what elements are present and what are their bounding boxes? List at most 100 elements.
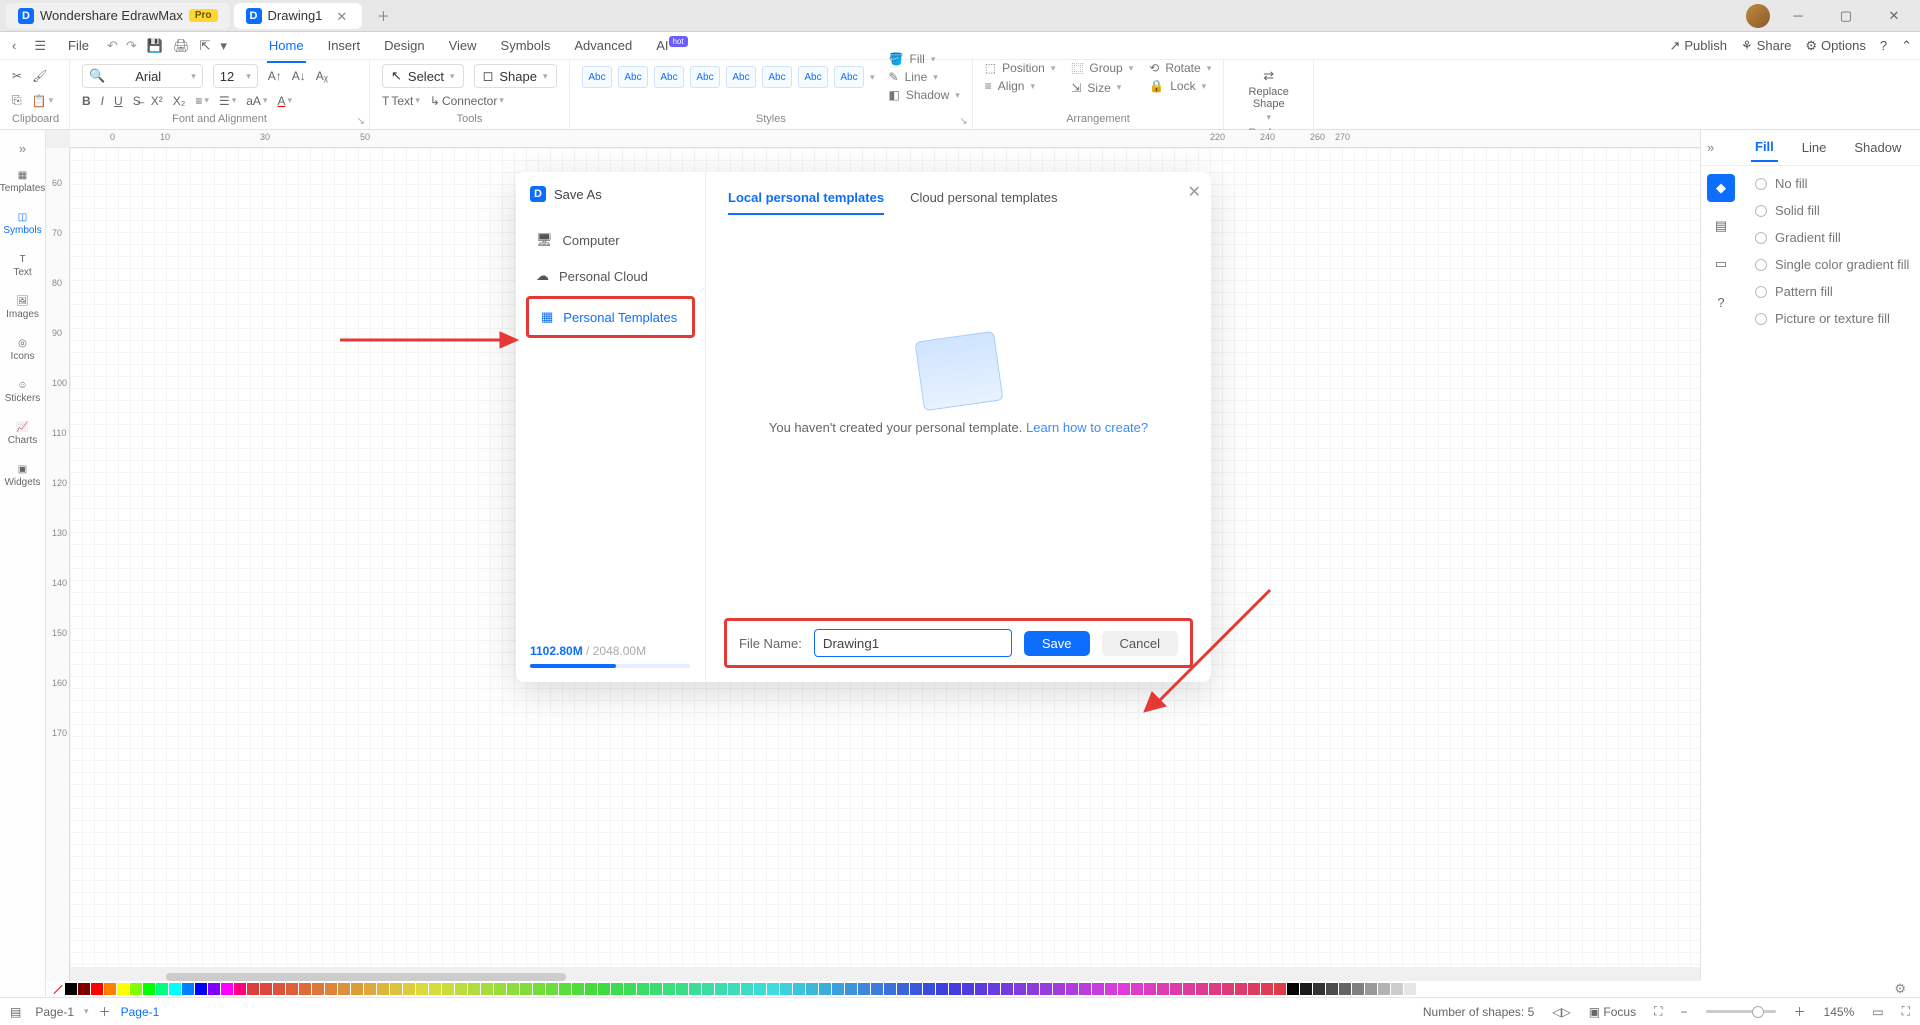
fullscreen-icon[interactable]: ⛶ bbox=[1902, 1004, 1910, 1019]
rp-present-icon[interactable]: ▭ bbox=[1707, 250, 1735, 278]
styles-group-launcher-icon[interactable]: ↘ bbox=[959, 116, 967, 127]
swatch[interactable] bbox=[702, 983, 714, 995]
swatch[interactable] bbox=[923, 983, 935, 995]
position-dropdown[interactable]: ⬚ Position▾ bbox=[985, 61, 1056, 75]
font-family-select[interactable]: 🔍 Arial▾ bbox=[82, 64, 203, 88]
back-icon[interactable]: ‹ bbox=[8, 34, 20, 57]
rp-help-icon[interactable]: ? bbox=[1707, 288, 1735, 316]
add-page-icon[interactable]: ＋ bbox=[99, 1003, 111, 1020]
swatch[interactable] bbox=[546, 983, 558, 995]
zoom-out-icon[interactable]: − bbox=[1681, 1005, 1688, 1019]
swatch[interactable] bbox=[364, 983, 376, 995]
swatch[interactable] bbox=[1235, 983, 1247, 995]
replace-shape-button[interactable]: ⇄ Replace Shape ▾ bbox=[1236, 64, 1301, 127]
line-spacing-icon[interactable]: ≡▾ bbox=[195, 94, 209, 108]
sidebar-item-symbols[interactable]: ◫Symbols bbox=[3, 206, 43, 242]
swatch[interactable] bbox=[910, 983, 922, 995]
swatch[interactable] bbox=[286, 983, 298, 995]
connector-tool[interactable]: ↳ Connector▾ bbox=[430, 94, 504, 108]
swatch[interactable] bbox=[780, 983, 792, 995]
zoom-slider[interactable] bbox=[1706, 1010, 1776, 1013]
swatch[interactable] bbox=[377, 983, 389, 995]
swatch[interactable] bbox=[689, 983, 701, 995]
line-dropdown[interactable]: ✎ Line▾ bbox=[889, 70, 960, 84]
swatch[interactable] bbox=[1209, 983, 1221, 995]
swatch[interactable] bbox=[559, 983, 571, 995]
swatch[interactable] bbox=[156, 983, 168, 995]
swatch[interactable] bbox=[1196, 983, 1208, 995]
swatch[interactable] bbox=[1313, 983, 1325, 995]
expand-right-panel-icon[interactable]: » bbox=[1707, 140, 1731, 155]
swatch[interactable] bbox=[416, 983, 428, 995]
help-icon[interactable]: ? bbox=[1880, 38, 1887, 54]
swatch[interactable] bbox=[1053, 983, 1065, 995]
style-preset[interactable]: Abc bbox=[582, 66, 612, 88]
swatch[interactable] bbox=[221, 983, 233, 995]
hamburger-icon[interactable]: ☰ bbox=[30, 34, 50, 58]
swatch[interactable] bbox=[598, 983, 610, 995]
swatch[interactable] bbox=[1118, 983, 1130, 995]
group-dropdown[interactable]: ⿴ Group▾ bbox=[1071, 60, 1133, 77]
rp-tab-shadow[interactable]: Shadow bbox=[1850, 134, 1905, 161]
swatch[interactable] bbox=[1261, 983, 1273, 995]
swatch[interactable] bbox=[273, 983, 285, 995]
swatch[interactable] bbox=[1183, 983, 1195, 995]
fill-option-gradient[interactable]: Gradient fill bbox=[1755, 230, 1912, 245]
swatch[interactable] bbox=[1014, 983, 1026, 995]
swatch[interactable] bbox=[858, 983, 870, 995]
swatch[interactable] bbox=[1339, 983, 1351, 995]
swatch[interactable] bbox=[169, 983, 181, 995]
style-preset[interactable]: Abc bbox=[690, 66, 720, 88]
swatch[interactable] bbox=[884, 983, 896, 995]
swatch[interactable] bbox=[832, 983, 844, 995]
swatch[interactable] bbox=[1105, 983, 1117, 995]
page-tab[interactable]: Page-1 bbox=[121, 1005, 160, 1019]
user-avatar[interactable] bbox=[1746, 4, 1770, 28]
rotate-dropdown[interactable]: ⟲ Rotate▾ bbox=[1149, 61, 1211, 75]
tab-view[interactable]: View bbox=[447, 34, 479, 57]
tab-home[interactable]: Home bbox=[267, 34, 306, 57]
swatch[interactable] bbox=[130, 983, 142, 995]
rp-page-icon[interactable]: ▤ bbox=[1707, 212, 1735, 240]
save-icon[interactable]: 💾 bbox=[147, 38, 163, 54]
fill-option-single-gradient[interactable]: Single color gradient fill bbox=[1755, 257, 1912, 272]
font-group-launcher-icon[interactable]: ↘ bbox=[357, 116, 365, 127]
swatch[interactable] bbox=[663, 983, 675, 995]
swatch[interactable] bbox=[1222, 983, 1234, 995]
swatch[interactable] bbox=[1352, 983, 1364, 995]
options-button[interactable]: ⚙ Options bbox=[1805, 38, 1865, 54]
outline-icon[interactable]: ▤ bbox=[10, 1005, 21, 1019]
publish-button[interactable]: ↗ Publish bbox=[1669, 38, 1727, 54]
swatch[interactable] bbox=[481, 983, 493, 995]
lock-dropdown[interactable]: 🔒 Lock▾ bbox=[1149, 79, 1211, 93]
clear-format-icon[interactable]: Aᵪ bbox=[316, 69, 328, 83]
sidebar-item-images[interactable]: 🖼Images bbox=[3, 290, 43, 326]
swatch[interactable] bbox=[676, 983, 688, 995]
redo-icon[interactable]: ↷ bbox=[126, 38, 137, 54]
page-selector[interactable]: Page-1 bbox=[35, 1005, 74, 1019]
file-name-input[interactable] bbox=[814, 629, 1012, 657]
swatch[interactable] bbox=[975, 983, 987, 995]
swatch[interactable] bbox=[234, 983, 246, 995]
swatch[interactable] bbox=[767, 983, 779, 995]
dlg-tab-local[interactable]: Local personal templates bbox=[728, 190, 884, 215]
sidebar-item-widgets[interactable]: ▣Widgets bbox=[3, 458, 43, 494]
dialog-close-icon[interactable]: ✕ bbox=[1188, 182, 1201, 202]
swatch[interactable] bbox=[1131, 983, 1143, 995]
print-icon[interactable]: 🖨 bbox=[173, 38, 190, 54]
swatch[interactable] bbox=[1170, 983, 1182, 995]
fill-dropdown[interactable]: 🪣 Fill▾ bbox=[889, 52, 960, 66]
swatch[interactable] bbox=[299, 983, 311, 995]
zoom-value[interactable]: 145% bbox=[1824, 1005, 1855, 1019]
swatch[interactable] bbox=[1391, 983, 1403, 995]
cut-icon[interactable]: ✂ bbox=[12, 69, 22, 83]
size-dropdown[interactable]: ⇲ Size▾ bbox=[1071, 81, 1133, 95]
rp-tab-line[interactable]: Line bbox=[1798, 134, 1831, 161]
swatch[interactable] bbox=[1378, 983, 1390, 995]
more-icon[interactable]: ▾ bbox=[220, 38, 227, 54]
swatch[interactable] bbox=[1144, 983, 1156, 995]
swatch[interactable] bbox=[91, 983, 103, 995]
superscript-icon[interactable]: X² bbox=[151, 94, 163, 108]
decrease-font-icon[interactable]: A↓ bbox=[292, 69, 306, 83]
tab-insert[interactable]: Insert bbox=[326, 34, 363, 57]
